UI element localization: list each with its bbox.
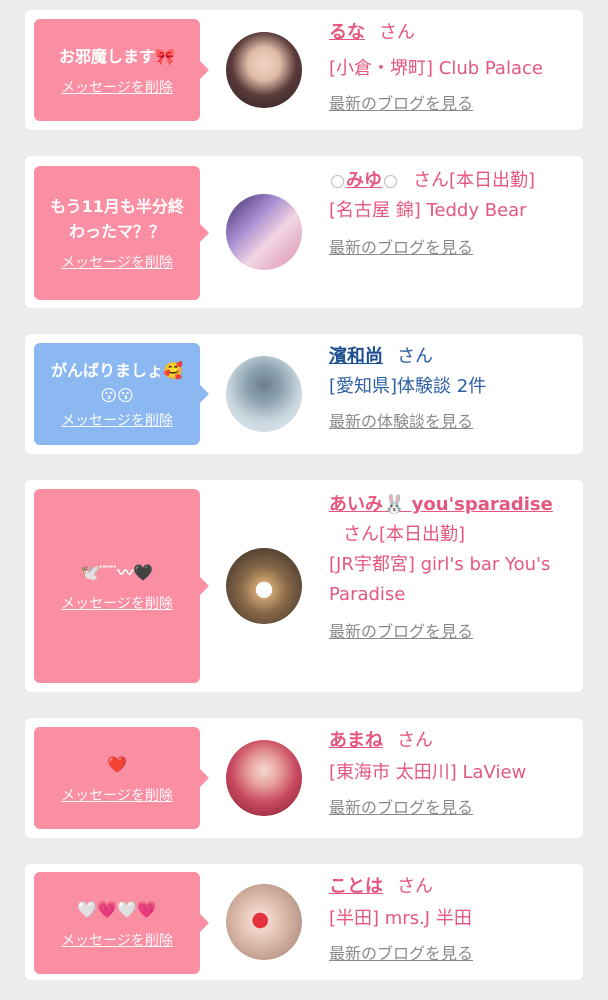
message-card: 🤍💗🤍💗 メッセージを削除 ことは さん [半田] mrs.J 半田 最新のブログ… [25, 864, 583, 980]
profile-name-link[interactable]: みゆ [346, 170, 382, 191]
profile-name-link[interactable]: ことは [329, 876, 383, 897]
latest-blog-link[interactable]: 最新のブログを見る [329, 92, 569, 116]
delete-message-link[interactable]: メッセージを削除 [61, 410, 173, 430]
shop-label: [半田] mrs.J 半田 [329, 908, 472, 929]
delete-message-link[interactable]: メッセージを削除 [61, 252, 173, 272]
message-bubble: お邪魔します🎀 メッセージを削除 [34, 19, 209, 121]
message-card: がんばりましょ🥰 😗😗 メッセージを削除 濱和尚 さん [愛知県]体験談 2件 最… [25, 334, 583, 454]
message-bubble: がんばりましょ🥰 😗😗 メッセージを削除 [34, 343, 209, 445]
ring-icon [331, 174, 344, 188]
message-text: ❤️ [107, 754, 127, 774]
latest-blog-link[interactable]: 最新のブログを見る [329, 942, 569, 966]
profile-info: あいみ🐰 you'sparadise さん[本日出勤] [JR宇都宮] girl'… [329, 490, 569, 644]
shop-label: [名古屋 錦] Teddy Bear [329, 200, 527, 221]
message-text: お邪魔します🎀 [59, 46, 175, 66]
shop-label: [東海市 太田川] LaView [329, 762, 527, 783]
profile-info: ことは さん [半田] mrs.J 半田 最新のブログを見る [329, 872, 569, 966]
message-card: 🕊️ ̈ ̈ ̈〰🖤 メッセージを削除 あいみ🐰 you'sparadise さん… [25, 480, 583, 692]
profile-info: みゆ さん[本日出勤] [名古屋 錦] Teddy Bear 最新のブログを見る [329, 166, 569, 260]
avatar[interactable] [226, 884, 302, 960]
profile-name-link[interactable]: るな [329, 22, 365, 43]
latest-blog-link[interactable]: 最新のブログを見る [329, 796, 569, 820]
message-card: ❤️ メッセージを削除 あまね さん [東海市 太田川] LaView 最新のブロ… [25, 718, 583, 838]
message-text: 🤍💗🤍💗 [77, 899, 157, 919]
profile-info: 濱和尚 さん [愛知県]体験談 2件 最新の体験談を見る [329, 342, 569, 434]
message-bubble: 🕊️ ̈ ̈ ̈〰🖤 メッセージを削除 [34, 489, 209, 683]
profile-name-link[interactable]: あいみ🐰 you'sparadise [329, 494, 553, 515]
today-working-badge: [本日出勤] [449, 170, 536, 191]
profile-info: るな さん [小倉・堺町] Club Palace 最新のブログを見る [329, 18, 569, 116]
avatar[interactable] [226, 194, 302, 270]
honorific: さん [379, 22, 415, 43]
delete-message-link[interactable]: メッセージを削除 [61, 593, 173, 613]
message-bubble: もう11月も半分終 わったマ？？ メッセージを削除 [34, 166, 209, 300]
honorific: さん [397, 730, 433, 751]
avatar[interactable] [226, 548, 302, 624]
message-bubble: ❤️ メッセージを削除 [34, 727, 209, 829]
profile-name-link[interactable]: 濱和尚 [329, 346, 383, 367]
avatar[interactable] [226, 32, 302, 108]
report-count-label: [愛知県]体験談 2件 [329, 376, 487, 397]
latest-blog-link[interactable]: 最新のブログを見る [329, 236, 569, 260]
profile-name-link[interactable]: あまね [329, 730, 383, 751]
profile-info: あまね さん [東海市 太田川] LaView 最新のブログを見る [329, 726, 569, 820]
latest-blog-link[interactable]: 最新のブログを見る [329, 620, 569, 644]
message-text: もう11月も半分終 わったマ？？ [50, 197, 184, 241]
today-working-badge: [本日出勤] [379, 524, 466, 545]
shop-label: [小倉・堺町] Club Palace [329, 58, 543, 79]
message-text: がんばりましょ🥰 😗😗 [51, 361, 183, 405]
avatar[interactable] [226, 740, 302, 816]
honorific: さん [397, 346, 433, 367]
no-photo-avatar[interactable] [226, 356, 302, 432]
message-card: もう11月も半分終 わったマ？？ メッセージを削除 みゆ さん[本日出勤] [名古… [25, 156, 583, 308]
delete-message-link[interactable]: メッセージを削除 [61, 77, 173, 97]
shop-label: [JR宇都宮] girl's bar You's Paradise [329, 554, 551, 605]
honorific: さん [397, 876, 433, 897]
message-text: 🕊️ ̈ ̈ ̈〰🖤 [80, 562, 154, 582]
message-bubble: 🤍💗🤍💗 メッセージを削除 [34, 872, 209, 974]
honorific: さん [413, 170, 449, 191]
message-card: お邪魔します🎀 メッセージを削除 るな さん [小倉・堺町] Club Palac… [25, 10, 583, 130]
delete-message-link[interactable]: メッセージを削除 [61, 785, 173, 805]
ring-icon [384, 174, 397, 188]
latest-report-link[interactable]: 最新の体験談を見る [329, 410, 569, 434]
honorific: さん [343, 524, 379, 545]
delete-message-link[interactable]: メッセージを削除 [61, 930, 173, 950]
